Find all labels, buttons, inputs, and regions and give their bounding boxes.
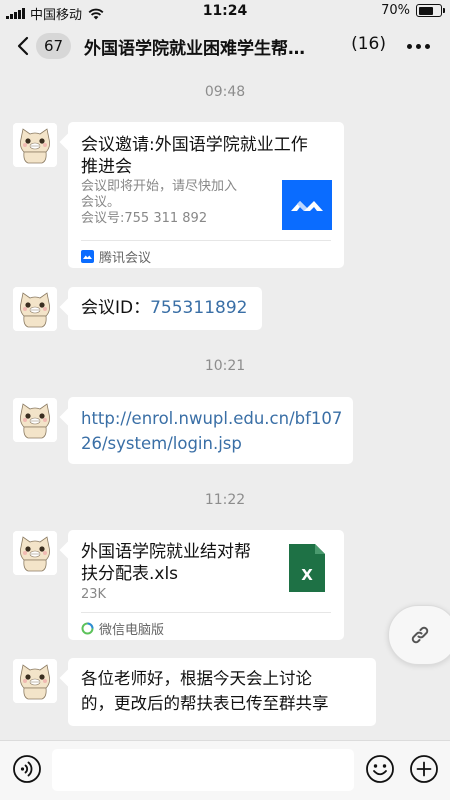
link-icon [411, 626, 429, 644]
group-name: 外国语学院就业困难学生帮… [84, 39, 305, 59]
card-source: 腾讯会议 [81, 247, 151, 266]
meeting-title-line2: 推进会 [81, 157, 132, 177]
cat-avatar-icon [13, 659, 57, 703]
avatar[interactable] [13, 659, 57, 703]
cat-avatar-icon [13, 531, 57, 575]
file-source-label: 微信电脑版 [99, 623, 165, 638]
meeting-id-link[interactable]: 755311892 [150, 298, 247, 318]
tencent-meeting-small-icon [81, 250, 94, 263]
file-name: 外国语学院就业结对帮 扶分配表.xls [81, 541, 251, 585]
avatar[interactable] [13, 123, 57, 167]
text-message-body: 各位老师好，根据今天会上讨论 的，更改后的帮扶表已传至群共享 [81, 666, 329, 716]
file-name-line2: 扶分配表.xls [81, 564, 179, 584]
excel-file-icon: X [289, 544, 325, 592]
chat-header: 67 外国语学院就业困难学生帮… (16) [0, 24, 450, 68]
unread-count-badge[interactable]: 67 [36, 33, 72, 59]
emoji-icon[interactable] [365, 754, 395, 784]
member-count: (16) [351, 34, 386, 54]
cat-avatar-icon [13, 123, 57, 167]
avatar[interactable] [13, 531, 57, 575]
text-message[interactable]: 各位老师好，根据今天会上讨论 的，更改后的帮扶表已传至群共享 [68, 658, 376, 726]
meeting-id-message[interactable]: 会议ID：755311892 [68, 287, 262, 330]
excel-letter: X [301, 566, 313, 584]
status-bar: 中国移动 11:24 70% [0, 0, 450, 24]
floating-link-button[interactable] [388, 605, 450, 665]
cat-avatar-icon [13, 398, 57, 442]
cat-avatar-icon [13, 287, 57, 331]
plus-icon[interactable] [409, 754, 439, 784]
text-message-line1: 各位老师好，根据今天会上讨论 [81, 669, 312, 688]
more-icon[interactable] [407, 44, 430, 49]
wechat-pc-icon [81, 622, 94, 635]
file-source: 微信电脑版 [81, 619, 164, 638]
meeting-id-label: 会议ID： [81, 298, 151, 318]
chat-title: 外国语学院就业困难学生帮… (16) [84, 34, 386, 59]
text-message-line2: 的，更改后的帮扶表已传至群共享 [81, 694, 329, 713]
card-source-label: 腾讯会议 [99, 251, 152, 266]
meeting-title-line1: 会议邀请:外国语学院就业工作 [81, 135, 308, 155]
timestamp: 09:48 [204, 84, 246, 100]
battery-icon [416, 4, 445, 17]
meeting-number: 会议号:755 311 892 [81, 211, 208, 226]
file-name-line1: 外国语学院就业结对帮 [81, 542, 251, 562]
timestamp: 11:22 [204, 492, 246, 508]
url-line1: http://enrol.nwupl.edu.cn/bf107 [81, 409, 343, 428]
voice-icon[interactable] [12, 754, 42, 784]
file-size: 23K [81, 587, 107, 602]
meeting-id-text: 会议ID：755311892 [81, 296, 247, 321]
message-input[interactable] [52, 749, 354, 791]
back-icon[interactable] [14, 36, 34, 56]
meeting-invite-card[interactable]: 会议邀请:外国语学院就业工作 推进会 会议即将开始，请尽快加入 会议。 会议号:… [68, 122, 344, 268]
status-right: 70% [381, 3, 445, 18]
card-divider [81, 612, 331, 613]
meeting-description: 会议即将开始，请尽快加入 会议。 会议号:755 311 892 [81, 179, 237, 227]
timestamp: 10:21 [204, 358, 246, 374]
url-line2: 26/system/login.jsp [81, 434, 242, 453]
url-link[interactable]: http://enrol.nwupl.edu.cn/bf107 26/syste… [81, 406, 342, 456]
url-message[interactable]: http://enrol.nwupl.edu.cn/bf107 26/syste… [68, 397, 353, 464]
tencent-meeting-icon [282, 180, 332, 230]
card-divider [81, 240, 331, 241]
input-bar [0, 740, 450, 800]
file-message-card[interactable]: 外国语学院就业结对帮 扶分配表.xls 23K X 微信电脑版 [68, 530, 344, 640]
battery-percent: 70% [381, 3, 410, 18]
avatar[interactable] [13, 287, 57, 331]
meeting-desc-line1: 会议即将开始，请尽快加入 [81, 179, 238, 194]
meeting-desc-line2: 会议。 [81, 195, 121, 210]
meeting-title: 会议邀请:外国语学院就业工作 推进会 [81, 134, 308, 178]
battery-fill [418, 6, 434, 15]
avatar[interactable] [13, 398, 57, 442]
